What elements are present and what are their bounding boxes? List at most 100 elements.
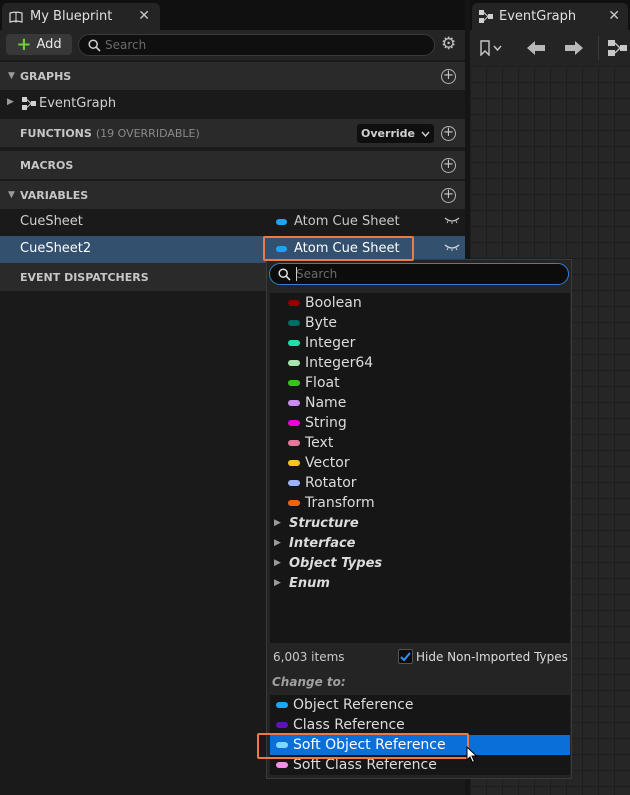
type-label: Rotator bbox=[305, 475, 357, 491]
category-label: Enum bbox=[289, 575, 330, 591]
close-icon[interactable]: ✕ bbox=[138, 8, 150, 24]
type-pill-icon bbox=[276, 702, 288, 708]
bookmark-icon[interactable] bbox=[479, 40, 503, 56]
graph-nodes-icon[interactable] bbox=[608, 39, 630, 57]
ref-item-soft-object-reference[interactable]: Soft Object Reference bbox=[270, 735, 570, 755]
ref-item-class-reference[interactable]: Class Reference bbox=[270, 715, 570, 735]
graphs-header-label: GRAPHS bbox=[20, 69, 72, 83]
type-label: Boolean bbox=[305, 295, 362, 311]
event-graph-tab[interactable]: EventGraph ✕ bbox=[472, 3, 628, 30]
item-count: 6,003 items bbox=[273, 650, 345, 664]
hide-non-imported-checkbox[interactable] bbox=[398, 649, 413, 664]
category-object-types[interactable]: ▶ Object Types bbox=[274, 553, 382, 573]
close-icon[interactable]: ✕ bbox=[608, 8, 620, 24]
type-label: Byte bbox=[305, 315, 337, 331]
add-macro-icon[interactable]: + bbox=[441, 158, 456, 173]
my-blueprint-tab[interactable]: My Blueprint ✕ bbox=[2, 3, 160, 30]
type-pill-icon bbox=[288, 440, 300, 446]
search-input[interactable] bbox=[105, 37, 425, 53]
type-item-integer[interactable]: Integer bbox=[288, 333, 355, 353]
category-label: Structure bbox=[289, 515, 359, 531]
variable-type-button[interactable]: Atom Cue Sheet bbox=[276, 214, 400, 229]
type-item-rotator[interactable]: Rotator bbox=[288, 473, 357, 493]
graphs-section-header[interactable]: ▼ GRAPHS + bbox=[0, 62, 465, 90]
variable-type-label: Atom Cue Sheet bbox=[294, 241, 400, 256]
type-pill-icon bbox=[276, 762, 288, 768]
gear-icon[interactable]: ⚙ bbox=[441, 36, 456, 53]
caret-right-icon: ▶ bbox=[274, 538, 281, 548]
eye-closed-icon[interactable] bbox=[444, 216, 460, 225]
variable-type-button[interactable]: Atom Cue Sheet bbox=[276, 241, 400, 256]
hide-non-imported-label: Hide Non-Imported Types bbox=[416, 650, 568, 664]
type-search-box[interactable] bbox=[269, 263, 569, 285]
type-label: Vector bbox=[305, 455, 350, 471]
plus-icon: + bbox=[16, 33, 32, 55]
type-item-float[interactable]: Float bbox=[288, 373, 340, 393]
checkmark-icon bbox=[400, 652, 411, 662]
blueprint-toolbar: + Add ⚙ bbox=[0, 30, 465, 60]
type-item-vector[interactable]: Vector bbox=[288, 453, 350, 473]
type-label: Name bbox=[305, 395, 347, 411]
ref-item-object-reference[interactable]: Object Reference bbox=[270, 695, 570, 715]
mouse-cursor-icon bbox=[466, 746, 478, 764]
type-pill-icon bbox=[288, 480, 300, 486]
functions-section-header[interactable]: FUNCTIONS (19 OVERRIDABLE) Override + bbox=[0, 119, 465, 147]
macros-header-label: MACROS bbox=[20, 158, 74, 172]
add-function-icon[interactable]: + bbox=[441, 126, 456, 141]
variable-name: CueSheet2 bbox=[20, 241, 92, 256]
category-structure[interactable]: ▶ Structure bbox=[274, 513, 359, 533]
tree-item-event-graph[interactable]: ▶ EventGraph bbox=[0, 91, 465, 117]
type-item-text[interactable]: Text bbox=[288, 433, 333, 453]
type-label: String bbox=[305, 415, 347, 431]
type-pill-icon bbox=[288, 300, 300, 306]
book-icon bbox=[9, 10, 23, 23]
eye-closed-icon[interactable] bbox=[444, 243, 460, 252]
type-search-input[interactable] bbox=[296, 266, 556, 282]
override-label: Override bbox=[361, 127, 415, 140]
add-button[interactable]: + Add bbox=[6, 34, 72, 55]
type-item-integer64[interactable]: Integer64 bbox=[288, 353, 373, 373]
toolbar-divider bbox=[598, 36, 599, 60]
caret-right-icon: ▶ bbox=[274, 518, 281, 528]
ref-item-soft-class-reference[interactable]: Soft Class Reference bbox=[270, 755, 570, 775]
category-label: Object Types bbox=[289, 555, 383, 571]
type-list: Boolean Byte Integer Integer64 Float Nam… bbox=[270, 293, 570, 643]
category-enum[interactable]: ▶ Enum bbox=[274, 573, 330, 593]
macros-section-header[interactable]: MACROS + bbox=[0, 151, 465, 179]
type-item-byte[interactable]: Byte bbox=[288, 313, 337, 333]
variables-section-header[interactable]: ▼ VARIABLES + bbox=[0, 181, 465, 209]
override-dropdown[interactable]: Override bbox=[357, 124, 434, 143]
type-label: Text bbox=[305, 435, 334, 451]
variables-header-label: VARIABLES bbox=[20, 188, 89, 202]
type-label: Float bbox=[305, 375, 340, 391]
variable-row[interactable]: CueSheet Atom Cue Sheet bbox=[0, 209, 465, 235]
caret-right-icon: ▶ bbox=[274, 578, 281, 588]
variable-type-picker: Boolean Byte Integer Integer64 Float Nam… bbox=[266, 259, 572, 779]
type-pill-icon bbox=[288, 500, 300, 506]
reference-type-list: Object Reference Class Reference Soft Ob… bbox=[270, 695, 570, 775]
type-item-transform[interactable]: Transform bbox=[288, 493, 375, 513]
search-icon bbox=[88, 39, 101, 52]
ref-label: Soft Class Reference bbox=[293, 757, 437, 773]
functions-header-label: FUNCTIONS bbox=[20, 126, 92, 140]
caret-right-icon: ▶ bbox=[274, 558, 281, 568]
event-dispatchers-header-label: EVENT DISPATCHERS bbox=[20, 270, 149, 284]
add-graph-icon[interactable]: + bbox=[441, 69, 456, 84]
event-graph-icon bbox=[479, 10, 493, 23]
type-pill-icon bbox=[288, 460, 300, 466]
graph-toolbar bbox=[470, 30, 630, 66]
add-variable-icon[interactable]: + bbox=[441, 188, 456, 203]
type-item-boolean[interactable]: Boolean bbox=[288, 293, 362, 313]
type-item-string[interactable]: String bbox=[288, 413, 347, 433]
type-pill-icon bbox=[288, 400, 300, 406]
type-label: Integer64 bbox=[305, 355, 374, 371]
chevron-down-icon bbox=[421, 131, 430, 137]
variable-name: CueSheet bbox=[20, 214, 83, 229]
search-box[interactable] bbox=[78, 34, 435, 56]
tab-strip: My Blueprint ✕ bbox=[0, 0, 465, 32]
forward-arrow-icon[interactable] bbox=[564, 40, 584, 56]
back-arrow-icon[interactable] bbox=[526, 40, 546, 56]
type-item-name[interactable]: Name bbox=[288, 393, 346, 413]
category-interface[interactable]: ▶ Interface bbox=[274, 533, 356, 553]
event-graph-label: EventGraph bbox=[39, 96, 117, 111]
